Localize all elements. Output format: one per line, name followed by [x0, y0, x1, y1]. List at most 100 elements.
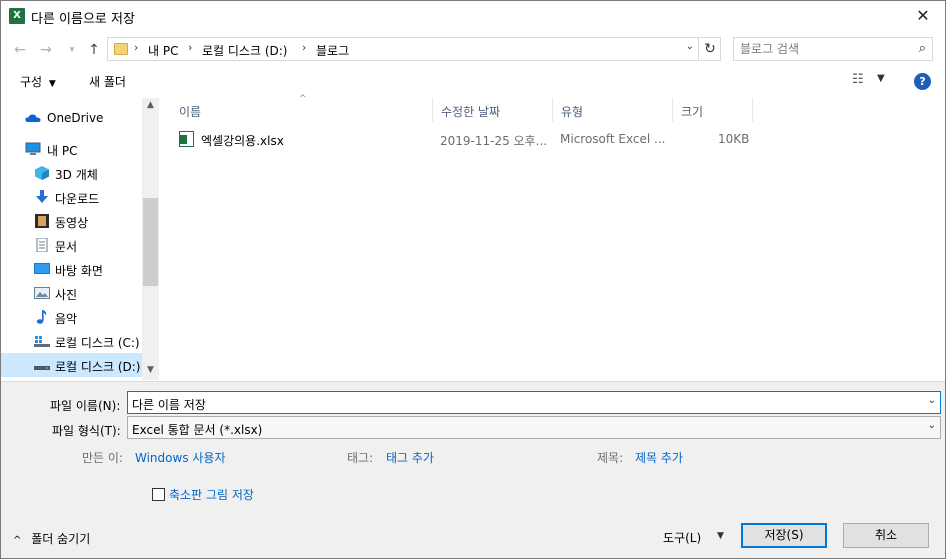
- tree-item-label: 음악: [55, 312, 78, 326]
- tree-item-downloads[interactable]: 다운로드: [1, 185, 142, 209]
- scroll-up-icon[interactable]: ▲: [142, 100, 159, 110]
- cube-icon: [35, 166, 49, 180]
- save-thumbnail-checkbox[interactable]: [152, 488, 165, 501]
- recent-dropdown-icon[interactable]: ▾: [63, 41, 81, 59]
- filename-value: 다른 이름 저장: [132, 398, 206, 412]
- tree-item-label: 내 PC: [47, 144, 78, 158]
- add-tag-link[interactable]: 태그 추가: [386, 449, 434, 466]
- tree-item-label: 로컬 디스크 (D:): [55, 360, 141, 374]
- search-input[interactable]: [740, 40, 900, 58]
- new-folder-button[interactable]: 새 폴더: [89, 73, 126, 90]
- column-header-label: 수정한 날짜: [441, 105, 501, 119]
- tree-item-drive-c[interactable]: 로컬 디스크 (C:): [1, 329, 142, 353]
- pc-icon: [25, 142, 41, 155]
- back-arrow-icon[interactable]: ←: [11, 41, 29, 59]
- filetype-select[interactable]: Excel 통합 문서 (*.xlsx) ⌄: [127, 416, 941, 439]
- tree-item-drive-d[interactable]: 로컬 디스크 (D:): [1, 353, 142, 377]
- column-header-label: 이름: [179, 105, 202, 119]
- search-icon[interactable]: ⌕: [919, 41, 926, 56]
- organize-button[interactable]: 구성 ▼: [20, 73, 56, 90]
- drive-c-icon: [34, 336, 50, 347]
- cloud-icon: [25, 114, 41, 122]
- excel-file-icon: [179, 131, 194, 147]
- chevron-down-icon[interactable]: ⌄: [928, 420, 936, 431]
- file-type: Microsoft Excel ...: [560, 132, 666, 146]
- tree-item-3d-objects[interactable]: 3D 개체: [1, 161, 142, 185]
- video-icon: [35, 214, 49, 228]
- column-header-date[interactable]: 수정한 날짜: [433, 98, 553, 122]
- tree-item-onedrive[interactable]: OneDrive: [1, 106, 142, 130]
- tree-item-videos[interactable]: 동영상: [1, 209, 142, 233]
- file-row[interactable]: 엑셀강의용.xlsx 2019-11-25 오후... Microsoft Ex…: [161, 128, 761, 150]
- close-button[interactable]: ✕: [903, 1, 943, 31]
- chevron-down-icon: ▼: [48, 79, 56, 89]
- document-icon: [36, 238, 48, 252]
- organize-label: 구성: [20, 75, 43, 89]
- excel-app-icon: X: [9, 8, 25, 24]
- column-header-size[interactable]: 크기: [673, 98, 753, 122]
- tree-item-label: 동영상: [55, 216, 89, 230]
- up-arrow-icon[interactable]: ↑: [85, 41, 103, 59]
- tree-item-documents[interactable]: 문서: [1, 233, 142, 257]
- file-date: 2019-11-25 오후...: [440, 134, 548, 148]
- title-bar: X 다른 이름으로 저장 ✕: [1, 1, 945, 31]
- forward-arrow-icon[interactable]: →: [37, 41, 55, 59]
- tree-item-pictures[interactable]: 사진: [1, 281, 142, 305]
- breadcrumb-this-pc[interactable]: 내 PC: [148, 42, 178, 59]
- save-button[interactable]: 저장(S): [741, 523, 827, 548]
- filename-label: 파일 이름(N):: [50, 399, 121, 413]
- save-as-dialog: X 다른 이름으로 저장 ✕ ← → ▾ ↑ › 내 PC › 로컬 디스크 (…: [0, 0, 946, 559]
- music-icon: [36, 310, 47, 324]
- save-thumbnail-label[interactable]: 축소판 그림 저장: [169, 486, 254, 503]
- author-value[interactable]: Windows 사용자: [135, 449, 226, 466]
- refresh-icon[interactable]: ↻: [700, 37, 721, 61]
- folder-icon: [114, 43, 128, 55]
- column-header-label: 유형: [561, 105, 584, 119]
- desktop-icon: [34, 263, 50, 274]
- tags-label: 태그:: [347, 451, 374, 465]
- hide-folders-button[interactable]: ^ 폴더 숨기기: [13, 530, 90, 547]
- tools-button[interactable]: 도구(L): [663, 529, 701, 546]
- tree-item-desktop[interactable]: 바탕 화면: [1, 257, 142, 281]
- column-header-type[interactable]: 유형: [553, 98, 673, 122]
- tree-item-this-pc[interactable]: 내 PC: [1, 137, 142, 161]
- navigation-tree: OneDrive 내 PC 3D 개체 다운로드 동영상 문서 바탕 화면 사진…: [1, 98, 159, 380]
- title-label: 제목:: [597, 451, 624, 465]
- filename-field[interactable]: 다른 이름 저장 ⌄: [127, 391, 941, 414]
- author-label: 만든 이:: [82, 451, 123, 465]
- breadcrumb-blog[interactable]: 블로그: [316, 42, 349, 59]
- column-header-name[interactable]: 이름: [171, 98, 433, 122]
- chevron-down-icon[interactable]: ▼: [877, 73, 885, 84]
- address-bar[interactable]: › 내 PC › 로컬 디스크 (D:) › 블로그 ⌄: [107, 37, 699, 61]
- chevron-down-icon[interactable]: ⌄: [686, 41, 694, 52]
- column-header-label: 크기: [681, 105, 704, 119]
- tree-item-label: 3D 개체: [55, 168, 98, 182]
- tree-item-label: 사진: [55, 288, 78, 302]
- breadcrumb-drive-d[interactable]: 로컬 디스크 (D:): [202, 42, 287, 59]
- tree-item-music[interactable]: 음악: [1, 305, 142, 329]
- chevron-down-icon[interactable]: ▼: [717, 531, 724, 541]
- help-icon[interactable]: ?: [914, 73, 931, 90]
- window-title: 다른 이름으로 저장: [31, 12, 135, 27]
- file-name: 엑셀강의용.xlsx: [201, 134, 284, 148]
- view-options-icon[interactable]: ☷: [852, 72, 864, 87]
- picture-icon: [34, 287, 50, 299]
- tree-item-label: 바탕 화면: [55, 264, 103, 278]
- search-box[interactable]: ⌕: [733, 37, 933, 61]
- hide-folders-label: 폴더 숨기기: [31, 532, 91, 546]
- breadcrumb-separator-icon[interactable]: ›: [302, 41, 306, 54]
- filetype-label: 파일 형식(T):: [52, 424, 121, 438]
- chevron-up-icon: ^: [13, 535, 22, 546]
- scroll-down-icon[interactable]: ▼: [142, 365, 159, 375]
- breadcrumb-separator-icon[interactable]: ›: [134, 41, 138, 54]
- tree-item-label: OneDrive: [47, 111, 104, 125]
- tree-item-label: 로컬 디스크 (C:): [55, 336, 140, 350]
- add-title-link[interactable]: 제목 추가: [635, 449, 683, 466]
- cancel-button[interactable]: 취소: [843, 523, 929, 548]
- filetype-value: Excel 통합 문서 (*.xlsx): [132, 423, 263, 437]
- file-size: 10KB: [718, 132, 750, 146]
- chevron-down-icon[interactable]: ⌄: [928, 395, 936, 406]
- download-icon: [36, 190, 48, 203]
- breadcrumb-separator-icon[interactable]: ›: [188, 41, 192, 54]
- tree-scrollbar-thumb[interactable]: [143, 198, 158, 286]
